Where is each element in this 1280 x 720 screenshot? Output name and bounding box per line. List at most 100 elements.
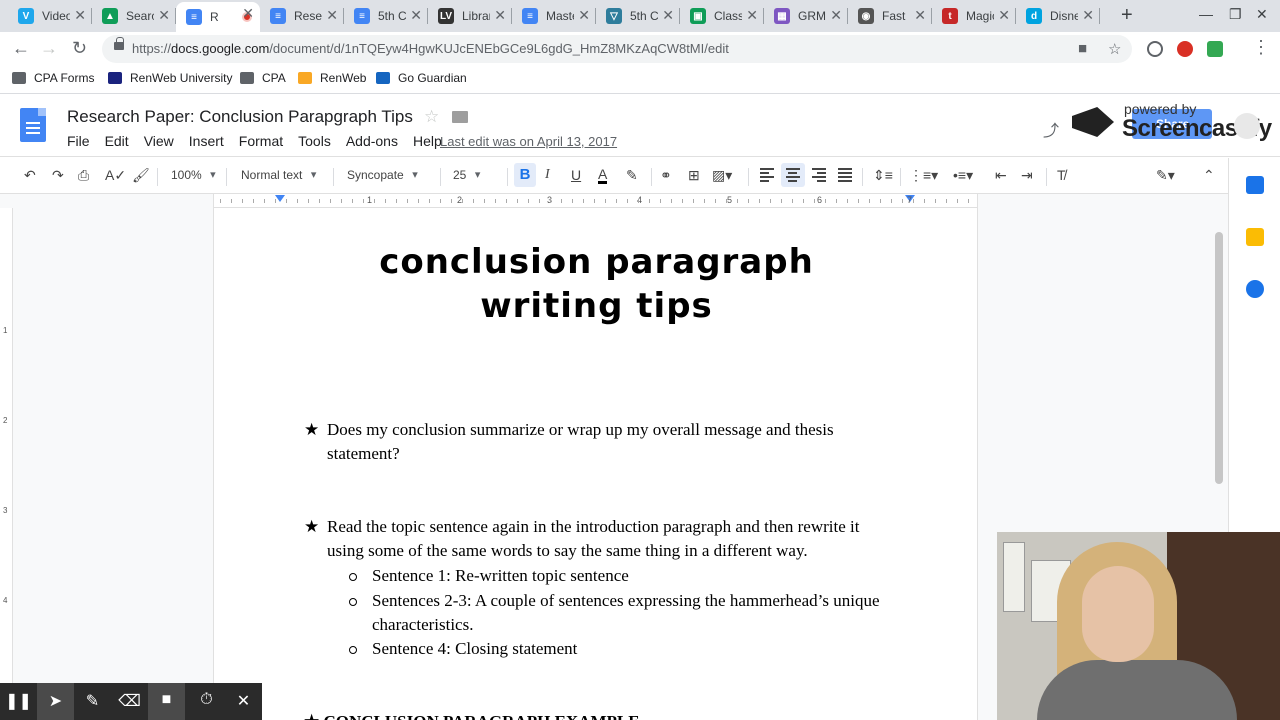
browser-tab[interactable]: ≡ R ✕ (176, 2, 260, 32)
restore-icon[interactable]: ❐ (1229, 6, 1242, 23)
menu-view[interactable]: View (144, 133, 174, 149)
tab-close-icon[interactable]: ✕ (410, 7, 422, 24)
webcam-overlay[interactable] (997, 532, 1280, 720)
link-icon[interactable]: ⚭ (660, 167, 672, 184)
document-heading[interactable]: Conclusion Paragraph Writing Tips (214, 240, 979, 328)
underline-button[interactable]: U (571, 167, 581, 183)
browser-tab[interactable]: ▽ 5th C ✕ (596, 4, 680, 28)
align-center-button[interactable] (781, 163, 805, 187)
browser-tab[interactable]: ◉ Fast ✕ (848, 4, 932, 28)
redo-icon[interactable]: ↷ (52, 167, 64, 184)
menu-help[interactable]: Help (413, 133, 442, 149)
document-page[interactable]: Conclusion Paragraph Writing Tips ★ Does… (213, 208, 978, 720)
comment-icon[interactable]: ⊞ (688, 167, 700, 184)
webcam-toggle-icon[interactable]: ■ (148, 683, 185, 720)
bookmark-item[interactable]: Go Guardian (376, 71, 467, 85)
zoom-select[interactable]: 100% (171, 168, 215, 182)
highlight-icon[interactable]: ✎ (626, 167, 638, 184)
tab-close-icon[interactable]: ✕ (242, 5, 254, 22)
collapse-toolbar-icon[interactable]: ⌃ (1203, 167, 1215, 184)
tab-close-icon[interactable]: ✕ (494, 7, 506, 24)
last-edit-link[interactable]: Last edit was on April 13, 2017 (440, 134, 617, 149)
vertical-scrollbar[interactable] (1215, 232, 1223, 484)
extension-icon[interactable] (1147, 41, 1163, 57)
italic-button[interactable]: I (545, 167, 550, 183)
bookmark-item[interactable]: RenWeb University (108, 71, 232, 85)
list-item[interactable]: ★ Does my conclusion summarize or wrap u… (304, 418, 897, 466)
decrease-indent-icon[interactable]: ⇤ (995, 167, 1007, 184)
folder-icon[interactable] (452, 111, 468, 123)
tab-close-icon[interactable]: ✕ (662, 7, 674, 24)
sub-list-item[interactable]: Sentence 1: Re-written topic sentence (349, 564, 917, 588)
tasks-icon[interactable] (1246, 280, 1264, 298)
shield-extension-icon[interactable] (1207, 41, 1223, 57)
tab-close-icon[interactable]: ✕ (578, 7, 590, 24)
address-bar[interactable]: https://docs.google.com/document/d/1nTQE… (102, 35, 1132, 63)
left-indent-marker[interactable] (275, 195, 285, 202)
browser-tab[interactable]: ≡ Research ✕ (260, 4, 344, 28)
cursor-icon[interactable]: ➤ (37, 683, 74, 720)
bold-button[interactable]: B (514, 163, 536, 187)
docs-logo-icon[interactable] (20, 108, 46, 142)
browser-tab[interactable]: ▣ Classroom ✕ (680, 4, 764, 28)
sub-list-item[interactable]: Sentences 2-3: A couple of sentences exp… (349, 589, 917, 637)
browser-tab[interactable]: ≡ Mastery ✕ (512, 4, 596, 28)
browser-tab[interactable]: d Disney ✕ (1016, 4, 1100, 28)
document-title[interactable]: Research Paper: Conclusion Parapgraph Ti… (67, 107, 413, 127)
new-tab-button[interactable]: + (1121, 4, 1133, 27)
menu-insert[interactable]: Insert (189, 133, 224, 149)
browser-tab[interactable]: t Magic ✕ (932, 4, 1016, 28)
menu-format[interactable]: Format (239, 133, 283, 149)
justify-icon[interactable] (838, 168, 852, 184)
text-color-button[interactable]: A (598, 167, 608, 184)
tab-close-icon[interactable]: ✕ (326, 7, 338, 24)
reload-button[interactable]: ↻ (72, 38, 87, 59)
close-bar-icon[interactable]: ✕ (225, 683, 262, 720)
increase-indent-icon[interactable]: ⇥ (1021, 167, 1033, 184)
align-left-icon[interactable] (760, 168, 774, 184)
keep-icon[interactable] (1246, 228, 1264, 246)
image-icon[interactable]: ▨▾ (712, 167, 732, 184)
browser-menu-icon[interactable]: ⋮ (1252, 37, 1270, 58)
style-select[interactable]: Normal text (241, 168, 317, 182)
menu-edit[interactable]: Edit (105, 133, 129, 149)
calendar-icon[interactable] (1246, 176, 1264, 194)
tab-close-icon[interactable]: ✕ (74, 7, 86, 24)
tab-close-icon[interactable]: ✕ (830, 7, 842, 24)
font-size-select[interactable]: 25 (453, 168, 481, 182)
browser-tab[interactable]: ▦ GRM ✕ (764, 4, 848, 28)
screencastify-extension-icon[interactable] (1177, 41, 1193, 57)
numbered-list-icon[interactable]: ⋮≡▾ (909, 167, 938, 184)
tab-close-icon[interactable]: ✕ (914, 7, 926, 24)
tab-close-icon[interactable]: ✕ (1082, 7, 1094, 24)
menu-addons[interactable]: Add-ons (346, 133, 398, 149)
forward-button[interactable]: → (40, 38, 58, 59)
browser-tab[interactable]: V Videos ✕ (8, 4, 92, 28)
url-text[interactable]: https://docs.google.com/document/d/1nTQE… (132, 41, 729, 56)
line-spacing-icon[interactable]: ⇕≡ (873, 167, 893, 184)
font-select[interactable]: Syncopate (347, 168, 417, 182)
menu-tools[interactable]: Tools (298, 133, 331, 149)
eraser-icon[interactable]: ⌫ (111, 683, 148, 720)
spellcheck-icon[interactable]: A✓ (105, 167, 126, 184)
bookmark-item[interactable]: CPA (240, 71, 286, 85)
clear-formatting-icon[interactable]: T̸ (1057, 167, 1066, 183)
camera-icon[interactable]: ■ (1078, 40, 1087, 57)
pause-icon[interactable]: ❚❚ (0, 683, 37, 720)
editing-mode-icon[interactable]: ✎▾ (1156, 167, 1175, 184)
pen-icon[interactable]: ✎ (74, 683, 111, 720)
browser-tab[interactable]: ▲ Search ✕ (92, 4, 176, 28)
minimize-icon[interactable]: — (1199, 6, 1213, 22)
tab-close-icon[interactable]: ✕ (746, 7, 758, 24)
bulleted-list-icon[interactable]: •≡▾ (953, 167, 973, 184)
bookmark-star-icon[interactable]: ☆ (1108, 40, 1121, 58)
back-button[interactable]: ← (12, 38, 30, 59)
activity-trend-icon[interactable]: ⤴ (1043, 117, 1059, 141)
paint-format-icon[interactable]: 🖌 (132, 167, 150, 184)
tab-close-icon[interactable]: ✕ (998, 7, 1010, 24)
list-item[interactable]: ★ Read the topic sentence again in the i… (304, 515, 897, 563)
list-item[interactable]: ★ CONCLUSION PARAGRAPH EXAMPLE (304, 712, 640, 720)
sub-list-item[interactable]: Sentence 4: Closing statement (349, 637, 917, 661)
align-right-icon[interactable] (812, 168, 826, 184)
browser-tab[interactable]: LV Library ✕ (428, 4, 512, 28)
